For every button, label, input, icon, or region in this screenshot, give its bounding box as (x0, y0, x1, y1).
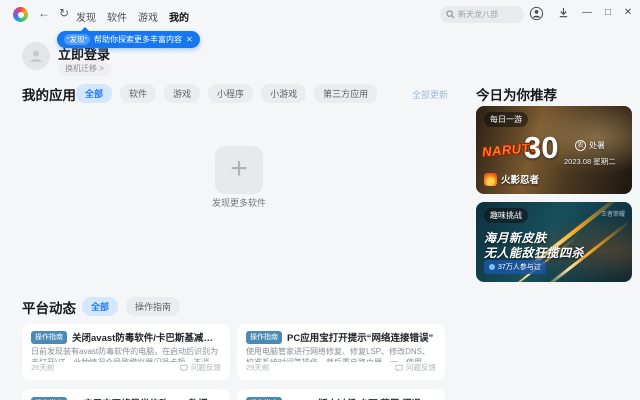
filter-thirdparty[interactable]: 第三方应用 (314, 84, 378, 103)
app-logo-icon[interactable] (13, 7, 28, 22)
feed-card-time: 29天前 (246, 363, 270, 372)
feedback-icon (395, 364, 403, 371)
guide-tag: 操作指南 (31, 330, 67, 344)
user-icon[interactable] (529, 6, 545, 22)
feed-card-title: pc应用宝网络异常修改DNS数据 (72, 396, 208, 400)
feed-card-time: 26天前 (31, 363, 55, 372)
add-software-tile[interactable]: + (215, 146, 263, 194)
avatar[interactable] (22, 42, 50, 70)
filter-miniprogram[interactable]: 小程序 (208, 84, 254, 103)
lunar-icon: 农 (575, 140, 586, 151)
recommend-title: 今日为你推荐 (476, 88, 557, 103)
lunar-term: 处暑 (589, 141, 605, 150)
plus-icon: + (230, 151, 248, 185)
feedback-link[interactable]: 问题反馈 (180, 362, 221, 373)
feed-card-dns[interactable]: 操作指南 pc应用宝网络异常修改DNS数据 (22, 389, 230, 400)
minimize-button[interactable]: — (580, 5, 594, 21)
challenge-badge: 趣味挑战 (484, 208, 528, 223)
daily-day-number: 30 (524, 130, 559, 165)
challenge-line2: 无人能敌狂揽四杀 (484, 246, 585, 260)
filter-all[interactable]: 全部 (76, 84, 113, 103)
my-apps-filters: 全部 软件 游戏 小程序 小游戏 第三方应用 (76, 84, 378, 103)
feed-card-title: opengl版本过低/卡死/花屏/闪退，升级显卡驱动… (287, 396, 436, 400)
feed-card-avast[interactable]: 操作指南 关闭avast防毒软件/卡巴斯基减少卡顿现象 日前发现装有avast防… (22, 324, 230, 380)
tab-software[interactable]: 软件 (107, 9, 127, 24)
participants-count: 37万人参与过 (498, 264, 541, 271)
search-box[interactable] (440, 6, 524, 23)
daily-game-badge: 每日一游 (484, 112, 528, 127)
tab-discover[interactable]: 发现 (76, 9, 96, 24)
guide-tag: 操作指南 (246, 396, 282, 400)
feed-title: 平台动态 (22, 301, 76, 316)
game-icon (484, 172, 497, 186)
daily-game-name: 火影忍者 (501, 175, 540, 186)
update-all-link[interactable]: 全部更新 (400, 88, 448, 101)
close-button[interactable]: ✕ (621, 5, 635, 21)
feed-card-body: 使用电脑管家进行网络修复、修复LSP、修改DNS、校准系统时间等操作，然后重启路… (246, 347, 431, 362)
feedback-label: 问题反馈 (191, 363, 221, 372)
search-input[interactable] (458, 10, 518, 19)
discover-tooltip: “发现” 帮助你探索更多丰富内容 ✕ (57, 27, 200, 48)
guide-tag: 操作指南 (246, 330, 282, 344)
tooltip-tag: “发现” (64, 34, 90, 45)
topbar: ← ↻ 发现 软件 游戏 我的 新天龙八部 — □ ✕ (0, 0, 640, 28)
game-watermark: 王者荣耀 (600, 212, 625, 218)
daily-game-card[interactable]: 每日一游 NARUTO 30 农 处暑 2023.08 星期二 火影忍者 (476, 106, 632, 194)
filter-games[interactable]: 游戏 (164, 84, 201, 103)
participants-badge: 37万人参与过 (484, 260, 546, 274)
search-icon (446, 10, 455, 19)
feedback-icon (180, 364, 188, 371)
maximize-button[interactable]: □ (601, 5, 615, 21)
tab-games[interactable]: 游戏 (138, 9, 158, 24)
device-migration-link[interactable]: 换机迁移 > (58, 61, 111, 76)
feedback-label: 问题反馈 (406, 363, 436, 372)
tooltip-close-icon[interactable]: ✕ (186, 35, 193, 44)
feed-card-title: PC应用宝打开提示“网络连接错误” (287, 333, 434, 344)
participants-icon (489, 264, 495, 270)
feed-card-opengl[interactable]: 操作指南 opengl版本过低/卡死/花屏/闪退，升级显卡驱动… (237, 389, 445, 400)
feed-filter-guide[interactable]: 操作指南 (126, 297, 181, 316)
refresh-icon[interactable]: ↻ (56, 5, 72, 21)
feed-filters: 全部 操作指南 (82, 297, 181, 316)
main-nav: 发现 软件 游戏 我的 (76, 9, 189, 24)
challenge-card[interactable]: 趣味挑战 王者荣耀 海月新皮肤 无人能敌狂揽四杀 37万人参与过 (476, 202, 632, 282)
back-icon[interactable]: ← (36, 5, 52, 21)
filter-minigames[interactable]: 小游戏 (261, 84, 307, 103)
feed-card-body: 日前发现装有avast防毒软件的电脑，在启动后识别为未打开VT，此种情况会导致模… (31, 347, 219, 362)
filter-software[interactable]: 软件 (120, 84, 157, 103)
app-window: ← ↻ 发现 软件 游戏 我的 新天龙八部 — □ ✕ “发现” 帮助你探索更多… (0, 0, 640, 400)
my-apps-title: 我的应用 (22, 88, 76, 103)
daily-date: 2023.08 星期二 (564, 157, 616, 166)
guide-tag: 操作指南 (31, 396, 67, 400)
feed-filter-all[interactable]: 全部 (82, 297, 119, 316)
tooltip-text: 帮助你探索更多丰富内容 (94, 35, 182, 44)
download-icon[interactable] (557, 6, 573, 22)
feedback-link[interactable]: 问题反馈 (395, 362, 436, 373)
feed-card-title: 关闭avast防毒软件/卡巴斯基减少卡顿现象 (72, 333, 221, 344)
feed-card-network-error[interactable]: 操作指南 PC应用宝打开提示“网络连接错误” 使用电脑管家进行网络修复、修复LS… (237, 324, 445, 380)
person-icon (30, 50, 42, 62)
discover-more-label: 发现更多软件 (211, 198, 266, 208)
tab-mine[interactable]: 我的 (169, 9, 189, 24)
